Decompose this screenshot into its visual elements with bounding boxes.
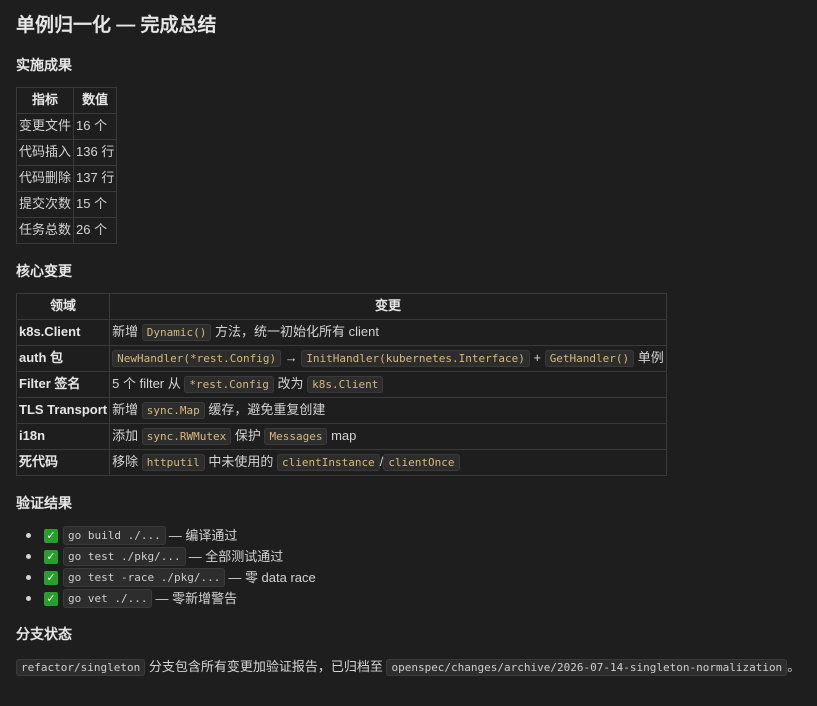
metric-value: 26 个	[73, 216, 118, 244]
table-row: i18n 添加 sync.RWMutex 保护 Messages map	[15, 423, 667, 451]
metric-name: 代码删除	[15, 164, 75, 192]
text-segment: 单例	[634, 350, 664, 366]
inline-code: sync.Map	[141, 402, 205, 420]
results-table: 指标 数值 变更文件 16 个 代码插入 136 行 代码删除 137 行 提交…	[15, 86, 118, 244]
inline-code: *rest.Config	[184, 376, 274, 394]
inline-code: openspec/changes/archive/2026-07-14-sing…	[386, 659, 788, 677]
text-segment: 改为	[273, 376, 308, 392]
change-area: TLS Transport	[15, 397, 111, 425]
inline-code: clientInstance	[276, 454, 380, 472]
results-heading: 实施成果	[16, 56, 72, 73]
list-item: ✓ go test -race ./pkg/... — 零 data race	[26, 567, 801, 588]
text-segment: 分支包含所有变更加验证报告，已归档至	[145, 659, 387, 675]
page-title: 单例归一化 — 完成总结	[16, 15, 217, 36]
text-segment: 新增	[112, 324, 142, 340]
check-icon: ✓	[44, 528, 58, 543]
inline-code: k8s.Client	[307, 376, 384, 394]
core-changes-heading: 核心变更	[16, 262, 72, 279]
column-header-area: 领域	[15, 293, 111, 321]
verify-heading: 验证结果	[16, 495, 72, 512]
metric-name: 任务总数	[15, 216, 75, 244]
metric-value: 15 个	[73, 190, 118, 218]
item-text: — 编译通过	[168, 527, 238, 543]
change-area: i18n	[15, 423, 111, 451]
item-text: — 零 data race	[228, 569, 316, 585]
check-icon: ✓	[44, 570, 58, 585]
table-header-row: 领域 变更	[15, 293, 667, 321]
column-header-change: 变更	[109, 293, 667, 321]
change-description: 添加 sync.RWMutex 保护 Messages map	[109, 423, 667, 451]
list-item: ✓ go vet ./... — 零新增警告	[26, 588, 801, 609]
inline-code: go test -race ./pkg/...	[63, 568, 226, 588]
table-header-row: 指标 数值	[15, 86, 118, 114]
check-icon: ✓	[44, 549, 58, 564]
text-segment: 新增	[112, 402, 142, 418]
text-segment: 移除	[112, 454, 142, 470]
change-area: auth 包	[15, 345, 111, 373]
item-text: — 零新增警告	[155, 590, 238, 606]
metric-value: 137 行	[73, 164, 118, 192]
change-description: 新增 Dynamic() 方法，统一初始化所有 client	[109, 319, 667, 347]
text-segment: 。	[787, 659, 801, 675]
text-segment: →	[281, 350, 302, 366]
text-segment: 方法，统一初始化所有 client	[211, 324, 379, 340]
list-item: ✓ go build ./... — 编译通过	[26, 525, 801, 546]
inline-code: go build ./...	[63, 526, 166, 546]
metric-name: 提交次数	[15, 190, 75, 218]
table-row: k8s.Client 新增 Dynamic() 方法，统一初始化所有 clien…	[15, 319, 667, 347]
column-header-metric: 指标	[15, 86, 75, 114]
inline-code: go vet ./...	[63, 589, 153, 609]
table-row: 代码插入 136 行	[15, 138, 118, 166]
document: 单例归一化 — 完成总结 实施成果 指标 数值 变更文件 16 个 代码插入 1…	[0, 0, 817, 679]
table-row: 提交次数 15 个	[15, 190, 118, 218]
branch-heading: 分支状态	[16, 626, 72, 643]
change-description: 5 个 filter 从 *rest.Config 改为 k8s.Client	[109, 371, 667, 399]
table-row: 代码删除 137 行	[15, 164, 118, 192]
inline-code: clientOnce	[383, 454, 460, 472]
change-description: 新增 sync.Map 缓存，避免重复创建	[109, 397, 667, 425]
inline-code: GetHandler()	[544, 350, 635, 368]
bullet-icon	[26, 533, 31, 539]
table-row: 变更文件 16 个	[15, 112, 118, 140]
metric-value: 16 个	[73, 112, 118, 140]
metric-name: 变更文件	[15, 112, 75, 140]
change-area: k8s.Client	[15, 319, 111, 347]
metric-name: 代码插入	[15, 138, 75, 166]
column-header-value: 数值	[73, 86, 118, 114]
text-segment: 保护	[231, 428, 265, 444]
check-icon: ✓	[44, 591, 58, 606]
text-segment: 中未使用的	[204, 454, 277, 470]
table-row: 死代码 移除 httputil 中未使用的 clientInstance / cli…	[15, 449, 667, 477]
inline-code: InitHandler(kubernetes.Interface)	[301, 350, 530, 368]
change-description: 移除 httputil 中未使用的 clientInstance / clientO…	[109, 449, 667, 477]
core-changes-table: 领域 变更 k8s.Client 新增 Dynamic() 方法，统一初始化所有…	[15, 293, 667, 477]
inline-code: Dynamic()	[141, 324, 212, 342]
change-area: 死代码	[15, 449, 111, 477]
text-segment: 缓存，避免重复创建	[204, 402, 326, 418]
inline-code: httputil	[141, 454, 205, 472]
inline-code: refactor/singleton	[16, 659, 146, 677]
item-text: — 全部测试通过	[188, 548, 284, 564]
inline-code: Messages	[264, 428, 328, 446]
text-segment: map	[327, 428, 357, 444]
inline-code: sync.RWMutex	[141, 428, 232, 446]
change-area: Filter 签名	[15, 371, 111, 399]
text-segment: 添加	[112, 428, 142, 444]
bullet-icon	[26, 596, 31, 602]
bullet-icon	[26, 575, 31, 581]
table-row: 任务总数 26 个	[15, 216, 118, 244]
verify-list: ✓ go build ./... — 编译通过 ✓ go test ./pkg/…	[16, 525, 801, 609]
bullet-icon	[26, 554, 31, 560]
table-row: TLS Transport 新增 sync.Map 缓存，避免重复创建	[15, 397, 667, 425]
text-segment: +	[529, 350, 545, 366]
inline-code: NewHandler(*rest.Config)	[112, 350, 282, 368]
inline-code: go test ./pkg/...	[63, 547, 186, 567]
table-row: auth 包 NewHandler(*rest.Config) → InitHa…	[15, 345, 667, 373]
table-row: Filter 签名 5 个 filter 从 *rest.Config 改为 k…	[15, 371, 667, 399]
list-item: ✓ go test ./pkg/... — 全部测试通过	[26, 546, 801, 567]
change-description: NewHandler(*rest.Config) → InitHandler(k…	[109, 345, 667, 373]
metric-value: 136 行	[73, 138, 118, 166]
text-segment: 5 个 filter 从	[112, 376, 185, 392]
branch-status-paragraph: refactor/singleton 分支包含所有变更加验证报告，已归档至 op…	[16, 656, 801, 679]
